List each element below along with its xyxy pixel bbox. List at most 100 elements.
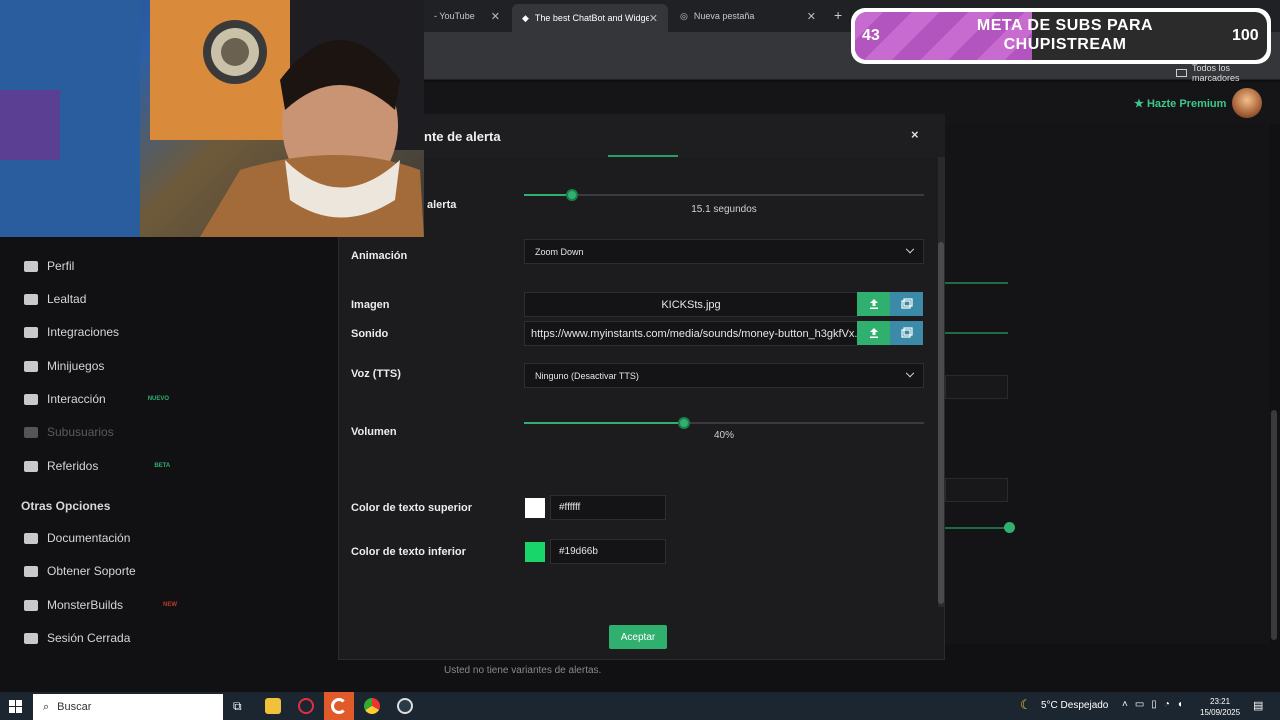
referrals-icon	[24, 460, 38, 472]
clock[interactable]: 23:21 15/09/2025	[1200, 696, 1240, 718]
tab-new[interactable]: ◎ Nueva pestaña ✕	[670, 4, 826, 28]
chrome-icon: ◎	[680, 10, 688, 21]
battery-icon[interactable]: ▯	[1151, 699, 1164, 710]
sidebar-item-subusuarios[interactable]: Subusuarios	[24, 422, 114, 442]
image-label: Imagen	[351, 299, 390, 311]
duration-slider[interactable]	[524, 189, 924, 201]
folder-icon	[1176, 69, 1187, 77]
upload-image-button[interactable]	[857, 292, 890, 316]
chrome-icon[interactable]	[364, 698, 380, 714]
modal-scrollbar-thumb[interactable]	[938, 242, 944, 604]
sidebar-section-heading: Otras Opciones	[21, 499, 111, 513]
windows-start-icon[interactable]	[9, 700, 22, 713]
file-explorer-icon[interactable]	[265, 698, 281, 714]
beta-badge: BETA	[154, 463, 171, 469]
sidebar-item-label: Integraciones	[47, 325, 120, 339]
all-bookmarks[interactable]: Todos los marcadores	[1176, 63, 1280, 83]
tray-icons[interactable]: ˄▭▯◔◖	[1122, 699, 1190, 710]
new-badge: NEW	[163, 602, 178, 608]
bottom-color-value: #19d66b	[559, 546, 598, 557]
top-color-input[interactable]: #ffffff	[550, 495, 666, 520]
opera-gx-icon[interactable]	[331, 698, 347, 714]
music-icon	[24, 393, 38, 405]
wifi-icon[interactable]: ◔	[1164, 699, 1177, 710]
tts-label: Voz (TTS)	[351, 368, 401, 380]
sidebar-item-interaccion[interactable]: Interacción NUEVO	[24, 389, 169, 409]
animation-select[interactable]: Zoom Down	[524, 239, 924, 264]
bottom-color-input[interactable]: #19d66b	[550, 539, 666, 564]
close-icon[interactable]: ×	[911, 127, 919, 142]
profile-icon	[24, 260, 38, 272]
sidebar-item-monsterbuilds[interactable]: MonsterBuilds NEW	[24, 595, 177, 615]
chevron-down-icon	[905, 244, 915, 253]
modal-title: nte de alerta	[424, 129, 501, 144]
sidebar-item-soporte[interactable]: Obtener Soporte	[24, 561, 136, 581]
upload-sound-button[interactable]	[857, 321, 890, 345]
page-scrollbar[interactable]	[1271, 410, 1277, 640]
premium-label: Hazte Premium	[1146, 98, 1227, 110]
sidebar-item-label: Interacción	[47, 392, 106, 406]
network-icon[interactable]: ▭	[1135, 699, 1151, 710]
background-slider[interactable]	[945, 527, 1005, 529]
background-slider-knob[interactable]	[1004, 522, 1015, 533]
sound-field[interactable]: https://www.myinstants.com/media/sounds/…	[524, 321, 858, 346]
close-icon[interactable]: ✕	[491, 10, 500, 23]
sub-goal-title: META DE SUBS PARA CHUPISTREAM	[976, 17, 1154, 53]
notifications-icon[interactable]: ▤	[1253, 699, 1263, 712]
opera-icon[interactable]	[298, 698, 314, 714]
sidebar-item-minijuegos[interactable]: Minijuegos	[24, 356, 104, 376]
avatar[interactable]	[1232, 88, 1262, 118]
sidebar-item-sesion[interactable]: Sesión Cerrada	[24, 628, 130, 648]
monster-icon	[24, 599, 38, 611]
animation-label: Animación	[351, 250, 408, 262]
sound-library-button[interactable]	[890, 321, 923, 345]
site-icon: ◆	[522, 12, 529, 23]
close-icon[interactable]: ✕	[807, 10, 816, 23]
bottom-color-label: Color de texto inferior	[351, 546, 466, 558]
gallery-icon	[900, 327, 913, 338]
tab-label: The best ChatBot and Widgets	[534, 13, 649, 23]
image-library-button[interactable]	[890, 292, 923, 316]
top-color-swatch[interactable]	[525, 498, 545, 518]
sidebar-item-perfil[interactable]: Perfil	[24, 256, 74, 276]
volume-slider[interactable]	[524, 417, 924, 429]
docs-icon	[24, 532, 38, 544]
obs-icon[interactable]	[397, 698, 413, 714]
sidebar-item-referidos[interactable]: Referidos BETA	[24, 456, 170, 476]
background-select[interactable]	[945, 375, 1008, 399]
sidebar-item-integraciones[interactable]: Integraciones	[24, 322, 119, 342]
top-color-label: Color de texto superior	[351, 502, 473, 514]
bottom-color-swatch[interactable]	[525, 542, 545, 562]
tab-label: - YouTube	[434, 11, 475, 21]
sidebar-item-label: MonsterBuilds	[47, 598, 124, 612]
task-view-icon[interactable]: ⧉	[233, 699, 242, 714]
tab-youtube[interactable]: - YouTube ✕	[424, 4, 510, 28]
sidebar-item-lealtad[interactable]: Lealtad	[24, 289, 86, 309]
taskbar-search[interactable]: ⌕ Buscar	[33, 694, 223, 720]
accept-button[interactable]: Aceptar	[609, 625, 667, 649]
chevron-up-icon[interactable]: ˄	[1122, 699, 1135, 710]
sidebar-item-label: Sesión Cerrada	[47, 631, 131, 645]
volume-icon[interactable]: ◖	[1177, 699, 1190, 710]
active-tab-indicator	[608, 155, 678, 157]
tts-select[interactable]: Ninguno (Desactivar TTS)	[524, 363, 924, 388]
volume-knob[interactable]	[678, 417, 690, 429]
top-color-value: #ffffff	[559, 502, 581, 513]
new-tab-icon[interactable]: +	[834, 7, 842, 23]
sub-goal-current: 43	[862, 27, 880, 44]
duration-fill	[524, 194, 572, 196]
volume-label: Volumen	[351, 426, 397, 438]
tab-chatbot[interactable]: ◆ The best ChatBot and Widgets ✕	[512, 4, 668, 32]
sidebar-item-label: Subusuarios	[47, 425, 114, 439]
image-field[interactable]: KICKSts.jpg	[524, 292, 858, 317]
duration-knob[interactable]	[566, 189, 578, 201]
sidebar-item-label: Perfil	[47, 259, 75, 273]
animation-selected: Zoom Down	[535, 246, 584, 257]
background-input[interactable]	[945, 478, 1008, 502]
close-icon[interactable]: ✕	[649, 12, 658, 25]
sidebar-item-documentacion[interactable]: Documentación	[24, 528, 130, 548]
weather-text[interactable]: 5°C Despejado	[1041, 700, 1108, 711]
star-icon: ★	[1134, 98, 1144, 110]
chevron-down-icon	[905, 368, 915, 377]
premium-link[interactable]: ★ Hazte Premium	[1134, 97, 1226, 110]
